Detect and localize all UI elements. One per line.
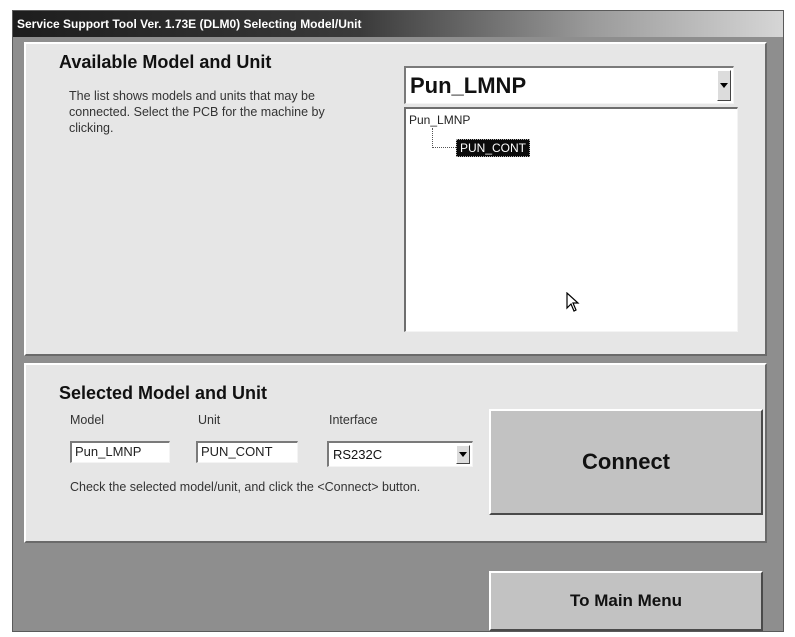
interface-select-value: RS232C <box>333 447 383 462</box>
main-menu-button[interactable]: To Main Menu <box>489 571 763 631</box>
tree-item-root[interactable]: Pun_LMNP <box>409 113 470 127</box>
tree-connector <box>432 128 433 148</box>
available-title: Available Model and Unit <box>59 52 272 72</box>
tree-item-selected[interactable]: PUN_CONT <box>456 139 531 157</box>
model-field[interactable]: Pun_LMNP <box>70 441 170 463</box>
available-description: The list shows models and units that may… <box>69 89 325 135</box>
connect-button[interactable]: Connect <box>489 409 763 515</box>
model-select-value: Pun_LMNP <box>410 72 527 98</box>
selected-title: Selected Model and Unit <box>59 383 268 403</box>
model-label: Model <box>70 413 105 427</box>
selected-instruction: Check the selected model/unit, and click… <box>70 480 421 494</box>
title-bar: Service Support Tool Ver. 1.73E (DLM0) S… <box>13 11 783 37</box>
model-select[interactable]: Pun_LMNP <box>404 66 734 104</box>
chevron-down-icon[interactable] <box>456 445 470 464</box>
unit-field[interactable]: PUN_CONT <box>196 441 298 463</box>
interface-label: Interface <box>329 413 378 427</box>
tree-connector <box>432 147 456 148</box>
interface-select[interactable]: RS232C <box>327 441 473 467</box>
model-unit-tree[interactable]: Pun_LMNP PUN_CONT <box>404 107 738 332</box>
mouse-pointer-icon <box>566 292 580 312</box>
chevron-down-icon[interactable] <box>717 70 731 101</box>
unit-label: Unit <box>198 413 221 427</box>
available-panel: Available Model and Unit The list shows … <box>24 42 767 356</box>
